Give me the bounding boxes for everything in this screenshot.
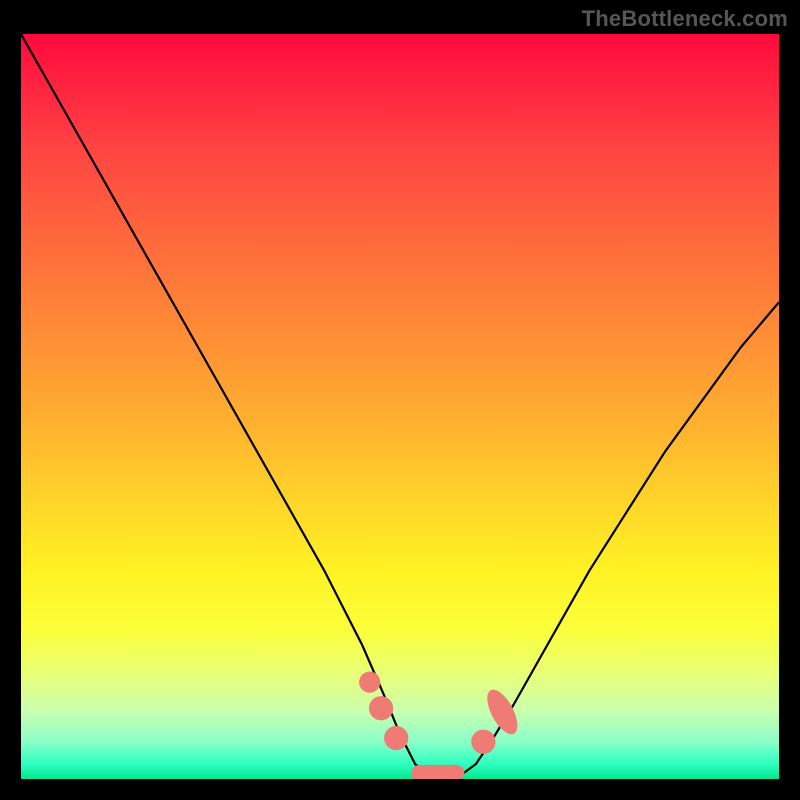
left-cluster-1 bbox=[359, 672, 380, 693]
chart-svg bbox=[21, 34, 779, 779]
bottom-bar bbox=[411, 765, 464, 779]
chart-markers bbox=[359, 672, 523, 779]
chart-frame: TheBottleneck.com bbox=[0, 0, 800, 800]
left-cluster-2 bbox=[369, 696, 393, 720]
chart-plot-area bbox=[21, 34, 779, 779]
right-cluster-1 bbox=[471, 730, 495, 754]
left-cluster-3 bbox=[384, 726, 408, 750]
watermark-text: TheBottleneck.com bbox=[582, 6, 788, 32]
bottleneck-curve bbox=[21, 34, 779, 779]
